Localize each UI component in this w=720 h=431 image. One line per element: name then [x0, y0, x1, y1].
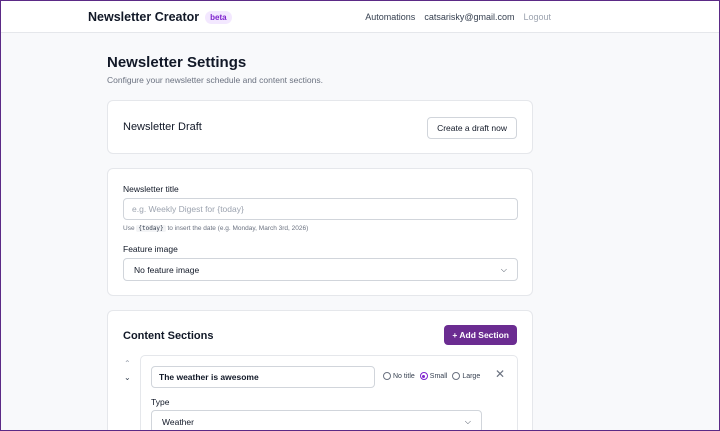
content-sections-title: Content Sections: [123, 330, 214, 342]
radio-circle-checked: [419, 372, 428, 380]
feature-image-label: Feature image: [123, 244, 178, 254]
title-size-options: No title Small Large: [383, 372, 480, 380]
section-item: No title Small Large ✕ Type Weather ⌵: [140, 355, 518, 430]
title-hint: Use {today} to insert the date (e.g. Mon…: [123, 225, 308, 232]
app-window: Newsletter Creator beta Automations cats…: [0, 0, 720, 431]
radio-circle: [452, 372, 461, 380]
brand-name: Newsletter Creator: [88, 10, 200, 24]
user-email: catsarisky@gmail.com: [424, 12, 515, 22]
radio-circle: [383, 372, 391, 380]
radio-label: Large: [462, 372, 481, 380]
page-title: Newsletter Settings: [107, 54, 247, 71]
hint-text-before: Use: [123, 225, 135, 232]
hint-text-after: to insert the date (e.g. Monday, March 3…: [167, 225, 309, 232]
content-sections-card: Content Sections + Add Section ⌃ ⌄ No ti…: [107, 310, 533, 430]
radio-label: No title: [393, 372, 415, 380]
nav-links: Automations catsarisky@gmail.com Logout: [365, 12, 551, 22]
draft-card: Newsletter Draft Create a draft now: [107, 100, 533, 154]
settings-card: Newsletter title Use {today} to insert t…: [107, 168, 533, 296]
add-section-button[interactable]: + Add Section: [444, 325, 517, 345]
feature-image-value: No feature image: [134, 264, 200, 275]
create-draft-button[interactable]: Create a draft now: [427, 117, 517, 139]
radio-label: Small: [429, 372, 448, 380]
section-type-value: Weather: [162, 416, 194, 427]
chevron-up-icon[interactable]: ⌃: [124, 359, 131, 368]
section-name-input[interactable]: [151, 366, 375, 388]
chevron-down-icon: ⌵: [500, 264, 507, 274]
logout-link[interactable]: Logout: [523, 12, 551, 22]
newsletter-title-input[interactable]: [123, 198, 518, 220]
chevron-down-icon[interactable]: ⌄: [124, 373, 131, 382]
close-icon[interactable]: ✕: [495, 367, 505, 381]
beta-badge: beta: [205, 10, 232, 24]
radio-no-title[interactable]: No title: [383, 372, 415, 380]
radio-large[interactable]: Large: [452, 372, 480, 380]
section-type-select[interactable]: Weather ⌵: [151, 410, 482, 430]
top-navbar: Newsletter Creator beta Automations cats…: [1, 1, 719, 33]
brand[interactable]: Newsletter Creator beta: [88, 10, 232, 24]
draft-card-title: Newsletter Draft: [123, 121, 202, 133]
hint-code: {today}: [136, 225, 166, 232]
nav-link-automations[interactable]: Automations: [365, 12, 415, 22]
page-subtitle: Configure your newsletter schedule and c…: [107, 75, 323, 85]
radio-small[interactable]: Small: [419, 372, 448, 380]
feature-image-select[interactable]: No feature image ⌵: [123, 258, 518, 281]
chevron-down-icon: ⌵: [464, 416, 471, 426]
section-type-label: Type: [151, 397, 170, 407]
newsletter-title-label: Newsletter title: [123, 184, 179, 194]
